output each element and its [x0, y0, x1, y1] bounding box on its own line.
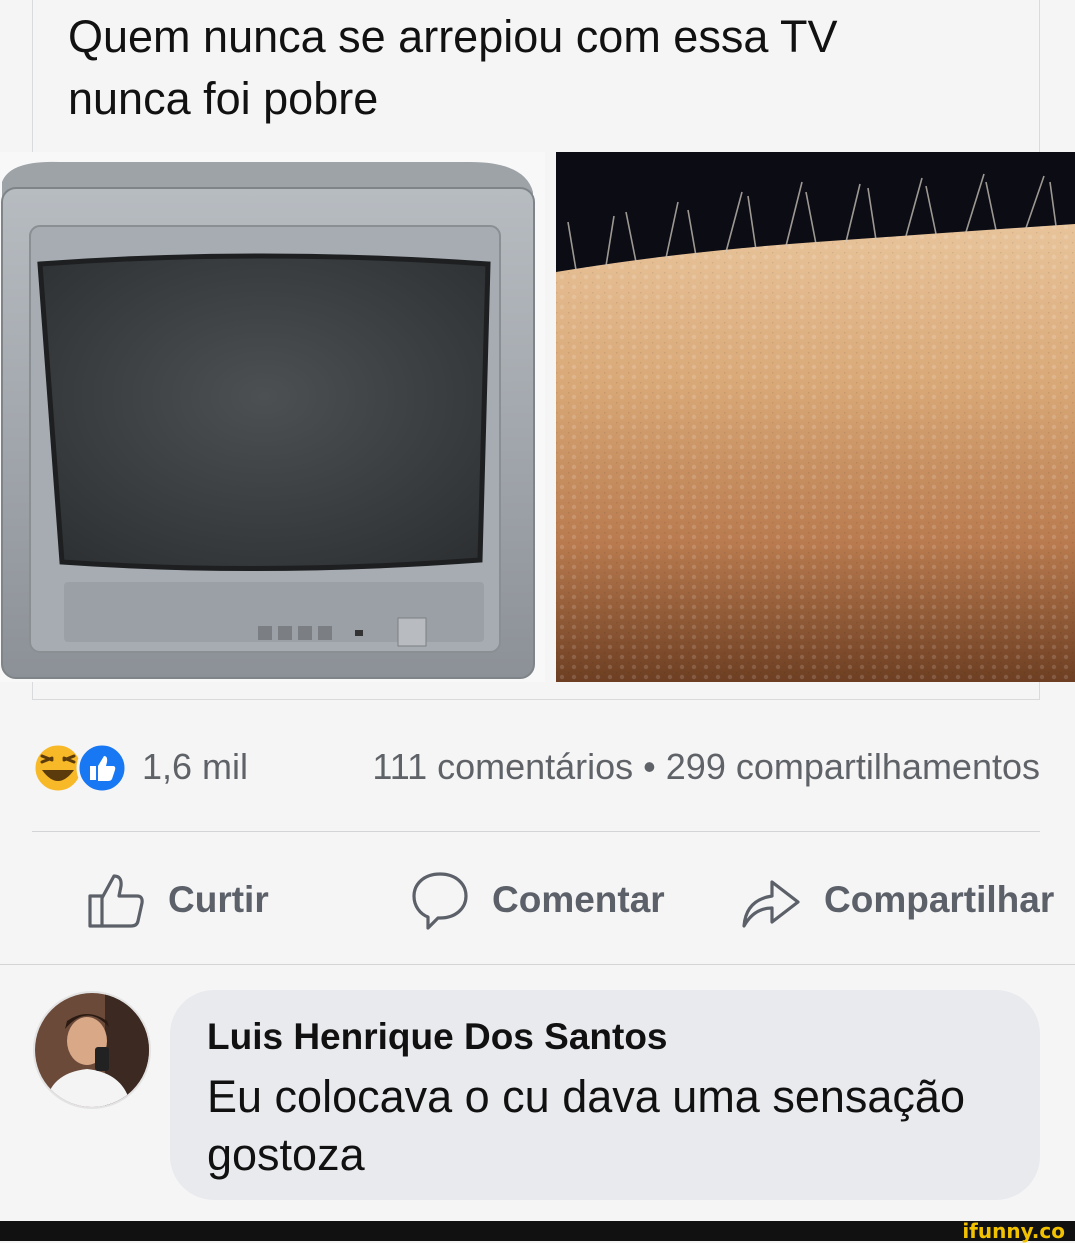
- comment-author-name[interactable]: Luis Henrique Dos Santos: [207, 1016, 668, 1058]
- meme-goosebumps-image[interactable]: [556, 152, 1075, 682]
- like-reaction-icon: [76, 742, 128, 794]
- share-button[interactable]: Compartilhar: [740, 860, 1054, 940]
- comment-bubble: Luis Henrique Dos Santos Eu colocava o c…: [170, 990, 1040, 1200]
- post-stats-row: 1,6 mil 111 comentários • 299 compartilh…: [32, 738, 1040, 798]
- reaction-count[interactable]: 1,6 mil: [142, 746, 248, 788]
- divider: [32, 831, 1040, 832]
- divider: [0, 964, 1075, 965]
- thumbs-up-icon: [88, 874, 144, 928]
- like-button[interactable]: Curtir: [86, 860, 269, 940]
- goosebumps-skin-illustration: [556, 152, 1075, 682]
- haha-reaction-icon: [32, 742, 84, 794]
- comment-button[interactable]: Comentar: [410, 860, 665, 940]
- footer-bar: ifunny.co: [0, 1221, 1075, 1241]
- speech-bubble-icon: [412, 872, 468, 930]
- profile-photo: [35, 993, 149, 1107]
- comment-text: Eu colocava o cu dava uma sensação gosto…: [207, 1071, 965, 1180]
- reaction-icons[interactable]: [32, 742, 132, 794]
- comment-label: Comentar: [492, 879, 665, 920]
- crt-tv-illustration: [1, 161, 535, 679]
- comments-shares-count[interactable]: 111 comentários • 299 compartilhamentos: [372, 746, 1040, 788]
- post-text: Quem nunca se arrepiou com essa TV nunca…: [68, 11, 838, 124]
- share-label: Compartilhar: [824, 879, 1055, 920]
- like-label: Curtir: [168, 879, 269, 920]
- share-arrow-icon: [742, 880, 800, 928]
- watermark-logo: ifunny.co: [962, 1219, 1065, 1243]
- meme-tv-image[interactable]: [0, 152, 545, 682]
- avatar[interactable]: [33, 991, 151, 1109]
